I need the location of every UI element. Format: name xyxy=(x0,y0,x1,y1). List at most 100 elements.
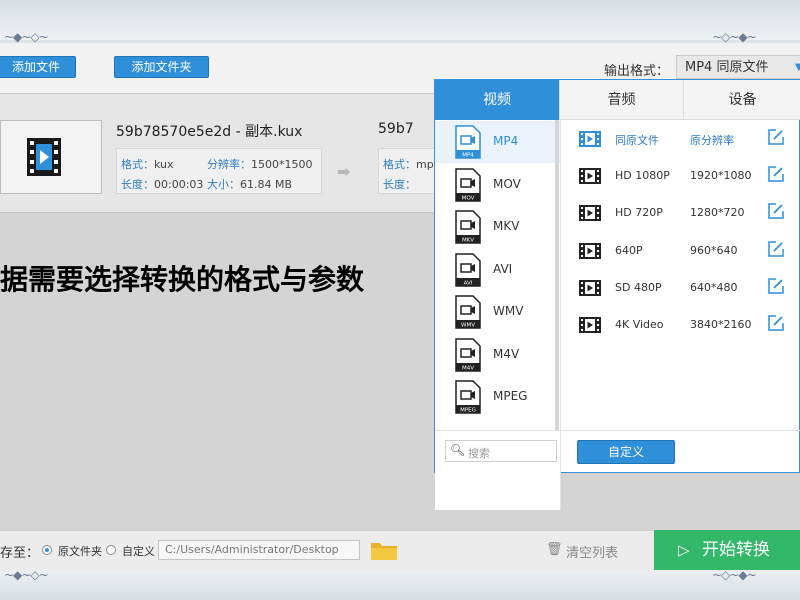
format-label: WMV xyxy=(493,304,524,318)
tab-device[interactable]: 设备 xyxy=(683,80,800,120)
preset-resolution: 3840*2160 xyxy=(690,318,752,331)
film-strip-icon xyxy=(579,168,601,185)
preset-row[interactable]: 640P 960*640 xyxy=(575,233,799,270)
start-label: 开始转换 xyxy=(702,540,770,560)
video-file-icon: WMV xyxy=(455,295,481,329)
edit-icon[interactable] xyxy=(767,314,785,332)
format-label: AVI xyxy=(493,261,513,276)
format-label: M4V xyxy=(493,346,520,361)
format-item-mkv[interactable]: MKV MKV xyxy=(435,206,560,248)
format-value: kux xyxy=(154,158,174,171)
edit-icon[interactable] xyxy=(767,202,785,220)
size-value: 61.84 MB xyxy=(240,178,293,191)
format-info: 格式：kux xyxy=(121,156,174,172)
output-path-input[interactable]: C:/Users/Administrator/Desktop xyxy=(158,540,360,560)
preset-resolution: 960*640 xyxy=(690,243,738,257)
output-format-value: MP4 同原文件 xyxy=(685,60,769,75)
add-file-button[interactable]: 添加文件 xyxy=(0,56,76,78)
preset-row[interactable]: HD 720P 1280*720 xyxy=(575,195,799,232)
ornament-icon: ~◆~◇~ xyxy=(4,30,49,44)
tab-video[interactable]: 视频 xyxy=(435,80,559,120)
search-placeholder: 搜索 xyxy=(468,447,490,460)
duration-info: 长度：00:00:03 xyxy=(121,176,203,192)
film-strip-icon xyxy=(579,279,601,296)
format-item-avi[interactable]: AVI AVI xyxy=(435,249,560,291)
tutorial-caption: 据需要选择转换的格式与参数 xyxy=(0,263,365,296)
preset-row[interactable]: 4K Video 3840*2160 xyxy=(575,307,799,344)
file-tag: AVI xyxy=(464,280,473,286)
resolution-info: 分辨率：1500*1500 xyxy=(207,156,313,172)
format-label: MKV xyxy=(493,219,520,233)
file-info: 格式：kux 分辨率：1500*1500 长度：00:00:03 大小：61.8… xyxy=(116,148,322,194)
output-format-info: 格式：mp xyxy=(383,156,434,172)
start-convert-button[interactable]: ▷ 开始转换 xyxy=(654,530,800,570)
duration-value: 00:00:03 xyxy=(154,178,204,191)
output-duration-info: 长度： xyxy=(383,176,416,192)
file-tag: MOV xyxy=(462,195,475,201)
preset-row[interactable]: HD 1080P 1920*1080 xyxy=(575,158,799,195)
ornament-icon: ~◇~◆~ xyxy=(712,30,757,44)
folder-icon[interactable] xyxy=(370,539,398,561)
clear-list-button[interactable]: 清空列表 xyxy=(566,542,618,561)
preset-row[interactable]: SD 480P 640*480 xyxy=(575,270,799,307)
output-format-select[interactable]: MP4 同原文件 ▼ xyxy=(676,55,800,79)
format-item-mpeg[interactable]: MPEG MPEG xyxy=(435,376,560,418)
film-strip-icon xyxy=(579,131,601,147)
output-format-value-short: mp xyxy=(416,158,434,171)
radio-original-label: 原文件夹 xyxy=(58,545,102,558)
format-item-wmv[interactable]: WMV WMV xyxy=(435,291,560,333)
edit-icon[interactable] xyxy=(767,240,785,258)
preset-name: SD 480P xyxy=(615,280,662,294)
tab-audio[interactable]: 音频 xyxy=(559,80,683,120)
film-strip-icon xyxy=(579,317,601,333)
preset-resolution: 640*480 xyxy=(690,280,738,294)
resolution-value: 1500*1500 xyxy=(251,158,313,171)
edit-icon[interactable] xyxy=(767,277,785,295)
format-item-m4v[interactable]: M4V M4V xyxy=(435,334,560,376)
add-folder-button[interactable]: 添加文件夹 xyxy=(114,56,209,78)
radio-original-folder[interactable] xyxy=(42,545,52,555)
search-input[interactable]: 🔍︎ 搜索 xyxy=(445,440,557,462)
video-file-icon: MP4 xyxy=(455,125,481,159)
film-strip-icon xyxy=(579,205,601,222)
background-frame-top: ~◆~◇~ ~◇~◆~ xyxy=(0,0,800,44)
save-to-label: 存至： xyxy=(0,546,40,561)
preset-name: 4K Video xyxy=(615,318,664,331)
output-duration-key: 长度： xyxy=(383,178,416,191)
output-format-label: 输出格式： xyxy=(604,64,670,79)
output-file-name: 59b7 xyxy=(378,121,414,137)
preset-row[interactable]: 同原文件 原分辨率 xyxy=(575,121,799,158)
file-tag: M4V xyxy=(462,365,474,371)
size-info: 大小：61.84 MB xyxy=(207,176,292,192)
preset-name: HD 1080P xyxy=(615,169,670,183)
output-info: 格式：mp 长度： xyxy=(378,148,436,194)
format-label: MPEG xyxy=(493,389,528,403)
video-file-icon: M4V xyxy=(455,337,481,372)
play-circle-icon: ▷ xyxy=(678,541,690,559)
file-tag: WMV xyxy=(461,323,475,329)
video-thumbnail[interactable] xyxy=(0,120,102,194)
radio-custom[interactable] xyxy=(106,545,116,555)
format-item-mov[interactable]: MOV MOV xyxy=(435,164,560,206)
edit-icon[interactable] xyxy=(767,165,785,183)
video-file-icon: MPEG xyxy=(455,380,481,414)
custom-button[interactable]: 自定义 xyxy=(577,440,675,464)
output-format-key: 格式： xyxy=(383,158,416,171)
format-popup: 视频 音频 设备 MP4 MP4 MOV MOV MKV MKV AVI AVI WMV WMV M… xyxy=(434,79,800,510)
file-tag: MKV xyxy=(462,238,474,244)
preset-name: HD 720P xyxy=(615,206,663,220)
duration-key: 长度： xyxy=(121,178,154,191)
edit-icon[interactable] xyxy=(767,128,785,146)
preset-name: 640P xyxy=(615,243,643,257)
radio-custom-label: 自定义 xyxy=(122,545,155,558)
trash-icon: 🗑︎ xyxy=(546,542,563,557)
file-name: 59b78570e5e2d - 副本.kux xyxy=(116,124,303,140)
format-label: MP4 xyxy=(493,134,519,148)
video-file-icon: MOV xyxy=(455,167,481,202)
divider xyxy=(435,430,800,431)
scrollbar[interactable] xyxy=(555,120,559,430)
chevron-down-icon: ▼ xyxy=(795,62,800,73)
file-tag: MPEG xyxy=(460,408,476,414)
format-item-mp4[interactable]: MP4 MP4 xyxy=(435,121,560,163)
video-file-icon: MKV xyxy=(455,210,481,244)
